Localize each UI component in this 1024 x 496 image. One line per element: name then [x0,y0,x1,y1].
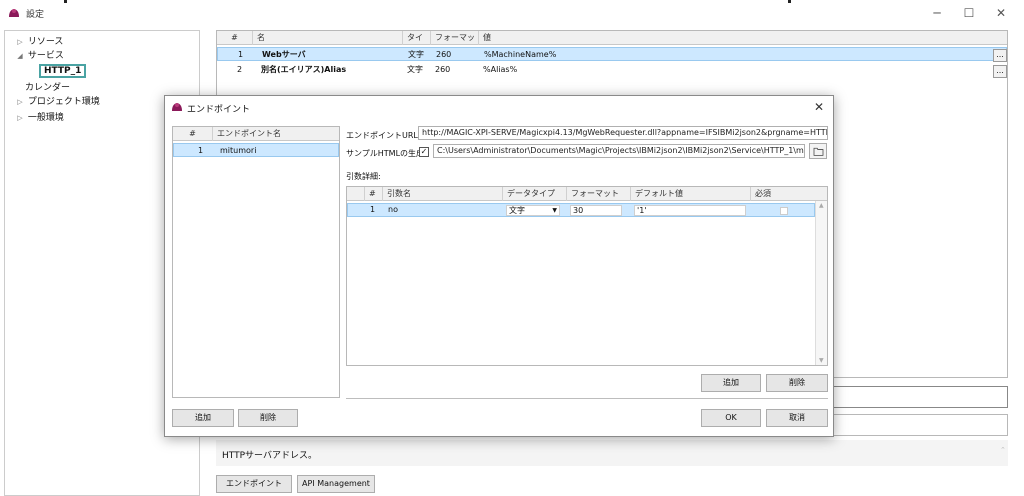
row-format: 260 [435,65,451,74]
params-label: 引数詳細: [346,172,381,181]
expand-icon[interactable]: ▷ [15,95,25,109]
endpoint-button[interactable]: エンドポイント [216,475,292,493]
scroll-down-icon[interactable]: ▼ [819,357,824,364]
cancel-button[interactable]: 取消 [766,409,828,427]
maximize-icon[interactable]: ☐ [958,4,980,22]
data-type-select[interactable]: 文字 ▼ [506,205,560,216]
help-scroll-icon[interactable]: ⌃ [1000,446,1006,454]
collapse-icon[interactable]: ◢ [15,49,25,63]
expand-icon[interactable]: ▷ [15,35,25,49]
row-num: 1 [198,146,204,155]
help-panel: HTTPサーバアドレス。 ⌃ [216,440,1008,466]
col-header-endpoint-name: エンドポイント名 [217,129,281,138]
help-text: HTTPサーバアドレス。 [222,451,317,461]
tree-item-label: プロジェクト環境 [27,97,100,107]
row-ellipsis-button[interactable]: ... [993,49,1007,62]
row-type: 文字 [407,65,423,74]
sample-html-label: サンプルHTMLの生成: [346,149,427,158]
tree-item-label: カレンダー [25,83,71,93]
artifact-mark [64,0,67,3]
tree-item-label: リソース [27,37,64,47]
dialog-title-bar: エンドポイント ✕ [165,96,833,118]
app-icon [9,9,19,17]
ok-button[interactable]: OK [701,409,761,427]
tree-item-general-env[interactable]: ▷ 一般環境 [15,111,64,125]
col-header-default: デフォルト値 [631,187,751,201]
tree-item-label: 一般環境 [27,113,64,123]
endpoint-dialog: エンドポイント ✕ # エンドポイント名 1 mitumori エンドポイントU… [164,95,834,437]
add-endpoint-button[interactable]: 追加 [172,409,234,427]
endpoint-url-field[interactable]: http://MAGIC-XPI-SERVE/Magicxpi4.13/MgWe… [418,126,828,140]
dialog-divider [346,398,828,399]
window-title: 設定 [26,10,45,20]
col-header-param-name: 引数名 [383,187,503,201]
row-name: 別名(エイリアス)Alias [261,65,347,74]
col-header-type: タイプ [403,31,431,56]
col-header-name: 名 [253,31,403,45]
tree-item-resources[interactable]: ▷ リソース [15,35,63,49]
title-bar: 設定 ─ ☐ ✕ [0,0,1024,26]
row-num: 1 [370,205,376,214]
tree-item-project-env[interactable]: ▷ プロジェクト環境 [15,95,100,109]
default-value-input[interactable]: '1' [634,205,746,216]
close-icon[interactable]: ✕ [990,4,1012,22]
chevron-down-icon: ▼ [552,207,557,214]
col-header-required: 必須 [755,189,771,198]
sample-html-path-field[interactable]: C:\Users\Administrator\Documents\Magic\P… [433,144,805,158]
col-header-selector [347,187,365,201]
params-grid[interactable]: # 引数名 データタイプ フォーマット デフォルト値 必須 1 no 文字 ▼ … [346,186,828,366]
row-value[interactable]: %MachineName% [480,48,556,62]
row-num: 1 [238,50,244,59]
col-header-num: # [217,31,253,45]
col-header-num: # [365,187,383,201]
params-header: # 引数名 データタイプ フォーマット デフォルト値 必須 [347,187,827,201]
list-item[interactable]: 1 mitumori [173,143,339,157]
dialog-title: エンドポイント [187,105,251,115]
grid-header: # 名 タイプ フォーマット 値 [217,31,1007,56]
col-header-format: フォーマット [431,31,479,56]
tree-item-calendar[interactable]: カレンダー [25,81,70,95]
row-type: 文字 [408,50,424,59]
params-scrollbar[interactable]: ▲ ▼ [815,201,827,365]
expand-icon[interactable]: ▷ [15,111,25,125]
endpoint-list-header: # エンドポイント名 [173,127,339,141]
folder-browse-button[interactable] [809,143,827,159]
table-row[interactable]: 2 別名(エイリアス)Alias 文字 260 %Alias% [217,63,1007,77]
row-name: mitumori [220,146,257,155]
tree-item-label: HTTP_1 [39,64,87,78]
scroll-up-icon[interactable]: ▲ [819,202,824,209]
add-param-button[interactable]: 追加 [701,374,761,392]
param-name[interactable]: no [388,204,398,216]
row-value[interactable]: %Alias% [479,63,517,77]
url-label: エンドポイントURL: [346,131,421,140]
sample-html-checkbox[interactable]: ✓ [419,147,429,157]
api-management-button[interactable]: API Management [297,475,375,493]
data-type-value: 文字 [509,206,525,215]
endpoint-list[interactable]: # エンドポイント名 1 mitumori [172,126,340,398]
row-num: 2 [237,65,243,74]
col-header-data-type: データタイプ [503,187,567,201]
col-header-num: # [173,127,213,141]
col-header-value: 値 [483,33,491,42]
artifact-mark [788,0,791,3]
delete-param-button[interactable]: 削除 [766,374,828,392]
format-input[interactable]: 30 [570,205,622,216]
tree-item-http1[interactable]: HTTP_1 [39,64,87,78]
row-format: 260 [436,50,452,59]
minimize-icon[interactable]: ─ [926,4,948,22]
delete-endpoint-button[interactable]: 削除 [238,409,298,427]
close-icon[interactable]: ✕ [811,98,827,116]
row-ellipsis-button[interactable]: ... [993,65,1007,78]
col-header-format: フォーマット [567,187,631,201]
tree-item-services[interactable]: ◢ サービス [15,49,64,63]
app-icon [172,103,182,111]
tree-item-label: サービス [27,51,64,61]
required-checkbox[interactable] [780,207,788,215]
folder-icon [813,147,824,156]
table-row[interactable]: 1 no 文字 ▼ 30 '1' [347,203,815,217]
row-name: Webサーバ [262,50,306,59]
table-row[interactable]: 1 Webサーバ 文字 260 %MachineName% [217,47,1007,61]
